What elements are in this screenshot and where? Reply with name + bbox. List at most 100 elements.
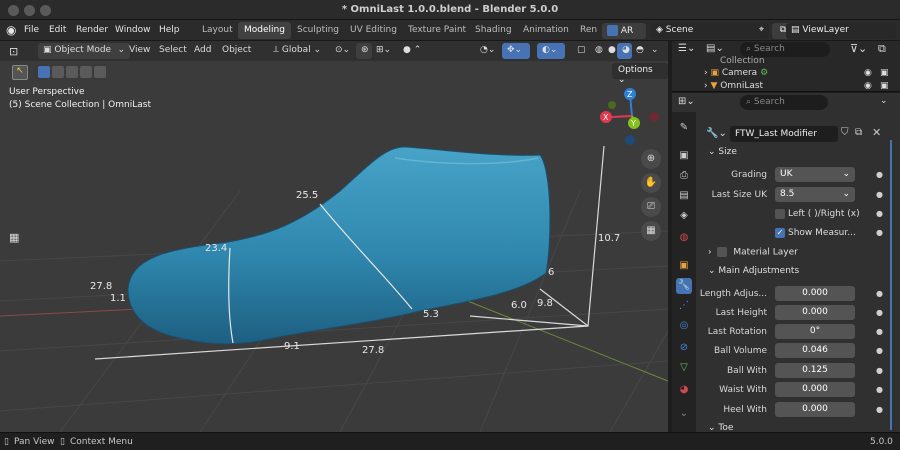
options-dropdown[interactable]: Options ⌄ <box>612 63 668 85</box>
keyframe-dot-icon[interactable]: ● <box>876 405 883 414</box>
workspace-tab-shading[interactable]: Shading <box>469 22 518 39</box>
xray-toggle-icon[interactable]: ▢ <box>572 43 591 59</box>
navigation-gizmo[interactable]: Z X Y <box>600 88 659 145</box>
keyframe-dot-icon[interactable]: ● <box>876 228 883 237</box>
workspace-tab-layout[interactable]: Layout <box>196 22 239 39</box>
keyframe-dot-icon[interactable]: ● <box>876 190 883 199</box>
snap-toggle-icon[interactable]: ⊛ <box>356 43 372 59</box>
sidebar-toggle-icon[interactable]: ▦ <box>9 231 19 244</box>
scene-selector[interactable]: ◈ Scene ⌖ <box>651 23 769 39</box>
display-mode-icon[interactable]: ▤⌄ <box>706 43 724 54</box>
proportional-editing-icon[interactable]: ● ⌃ <box>398 43 426 59</box>
keyframe-dot-icon[interactable]: ● <box>876 170 883 179</box>
render-camera-icon[interactable]: ▣ <box>880 81 889 91</box>
material-layer-checkbox[interactable] <box>717 247 728 257</box>
keyframe-dot-icon[interactable]: ● <box>876 346 883 355</box>
gizmo-neg-y-axis[interactable] <box>608 101 616 109</box>
world-tab-icon[interactable]: ◍ <box>676 230 692 246</box>
show-measure-checkbox[interactable]: ✓ <box>775 228 785 238</box>
snap-options-icon[interactable]: ⊞⌄ <box>371 43 396 59</box>
properties-scrollbar[interactable] <box>890 140 892 430</box>
keyframe-dot-icon[interactable]: ● <box>876 327 883 336</box>
overlays-toggle-icon[interactable]: ◐⌄ <box>537 43 565 59</box>
data-tab-icon[interactable]: ▽ <box>676 360 692 376</box>
orientation-selector[interactable]: ⟂ Global ⌄ <box>268 43 326 59</box>
section-main-adjustments[interactable]: ⌄ Main Adjustments <box>708 266 799 276</box>
menu-render[interactable]: Render <box>76 25 108 35</box>
filter-icon[interactable]: ⊽⌄ <box>850 42 867 55</box>
last-rotation-field[interactable]: 0° <box>775 324 855 339</box>
viewport-scene[interactable]: 25.5 23.4 27.8 1.1 9.1 27.8 5.3 6.0 9.8 … <box>0 61 668 432</box>
chevron-down-icon[interactable]: ⌄ <box>880 96 888 106</box>
3d-viewport[interactable]: 25.5 23.4 27.8 1.1 9.1 27.8 5.3 6.0 9.8 … <box>0 61 668 432</box>
shoe-last[interactable] <box>127 146 551 345</box>
shading-material-icon[interactable]: ◕ <box>617 43 632 59</box>
pivot-point-icon[interactable]: ⊙⌄ <box>330 43 355 59</box>
section-material-layer[interactable]: › Material Layer <box>708 247 798 258</box>
keyframe-dot-icon[interactable]: ● <box>876 209 883 218</box>
section-size[interactable]: ⌄ Size <box>708 147 737 157</box>
new-collection-icon[interactable]: ⧉ <box>878 42 886 56</box>
gizmo-neg-z-axis[interactable] <box>625 135 635 145</box>
properties-editor-icon[interactable]: ⊞⌄ <box>678 96 695 107</box>
outliner-editor-icon[interactable]: ☰⌄ <box>678 43 695 54</box>
select-invert-icon[interactable] <box>80 66 92 78</box>
select-extend-icon[interactable] <box>52 66 64 78</box>
select-intersect-icon[interactable] <box>94 66 106 78</box>
outliner-row-omnilast[interactable]: › ▼ OmniLast <box>704 81 763 91</box>
duplicate-icon[interactable]: ⧉ <box>855 127 862 138</box>
keyframe-dot-icon[interactable]: ● <box>876 366 883 375</box>
view-layer-selector[interactable]: ▤ ViewLayer <box>786 23 896 39</box>
chevron-down-icon[interactable]: ⌄ <box>676 406 692 422</box>
last-size-dropdown[interactable]: 8.5 ⌄ <box>775 187 855 202</box>
mode-selector[interactable]: ▣ Object Mode ⌄ <box>38 43 130 59</box>
workspace-tab-uv-editing[interactable]: UV Editing <box>344 22 403 39</box>
menu-object[interactable]: Object <box>217 43 256 59</box>
menu-view[interactable]: View <box>124 43 155 59</box>
particles-tab-icon[interactable]: ⋰ <box>676 298 692 314</box>
workspace-tab-texture-paint[interactable]: Texture Paint <box>402 22 472 39</box>
object-tab-icon[interactable]: ▣ <box>676 258 692 274</box>
menu-edit[interactable]: Edit <box>49 25 66 35</box>
output-tab-icon[interactable]: ⎙ <box>676 168 692 184</box>
menu-select[interactable]: Select <box>154 43 192 59</box>
visibility-eye-icon[interactable]: ◉ <box>864 81 872 91</box>
visibility-eye-icon[interactable]: ◉ <box>864 68 872 78</box>
ar-toggle[interactable]: AR <box>602 23 646 39</box>
workspace-tab-animation[interactable]: Animation <box>517 22 575 39</box>
outliner-row-camera[interactable]: › ▣ Camera ⚙ <box>704 68 768 78</box>
properties-search-input[interactable]: ⌕ Search <box>740 95 828 110</box>
physics-tab-icon[interactable]: ◎ <box>676 318 692 334</box>
render-camera-icon[interactable]: ▣ <box>880 68 889 78</box>
tool-tab-icon[interactable]: ✎ <box>676 120 692 136</box>
blender-logo-icon[interactable]: ◉ <box>6 23 16 37</box>
render-tab-icon[interactable]: ▣ <box>676 148 692 164</box>
modifier-tab-icon[interactable]: 🔧 <box>676 278 692 294</box>
ball-width-field[interactable]: 0.125 <box>775 363 855 378</box>
close-icon[interactable]: ✕ <box>872 126 881 139</box>
menu-file[interactable]: File <box>24 25 39 35</box>
section-toe[interactable]: ⌄ Toe <box>708 423 733 432</box>
outliner-search-input[interactable]: ⌕ Search <box>740 42 830 57</box>
editor-type-icon[interactable]: ⊡ <box>4 43 23 59</box>
length-adjust-field[interactable]: 0.000 <box>775 286 855 301</box>
shading-options-icon[interactable]: ⌄ <box>646 43 664 59</box>
constraints-tab-icon[interactable]: ⊘ <box>676 340 692 356</box>
zoom-icon[interactable]: ⊕ <box>641 149 661 169</box>
fake-user-shield-icon[interactable]: ⛉ <box>841 127 849 138</box>
grid-perspective-icon[interactable]: ▦ <box>641 221 661 241</box>
menu-add[interactable]: Add <box>189 43 216 59</box>
hand-pan-icon[interactable]: ✋ <box>641 173 661 193</box>
keyframe-dot-icon[interactable]: ● <box>876 308 883 317</box>
waist-width-field[interactable]: 0.000 <box>775 382 855 397</box>
select-tool-icon[interactable]: ↖ <box>12 65 28 80</box>
keyframe-dot-icon[interactable]: ● <box>876 385 883 394</box>
ball-volume-field[interactable]: 0.046 <box>775 343 855 358</box>
view-layer-tab-icon[interactable]: ▤ <box>676 188 692 204</box>
material-tab-icon[interactable]: ◕ <box>676 382 692 398</box>
last-height-field[interactable]: 0.000 <box>775 305 855 320</box>
grading-dropdown[interactable]: UK ⌄ <box>775 167 855 182</box>
gizmos-toggle-icon[interactable]: ✥⌄ <box>502 43 530 59</box>
workspace-tab-modeling[interactable]: Modeling <box>238 22 291 39</box>
select-new-icon[interactable] <box>38 66 50 78</box>
